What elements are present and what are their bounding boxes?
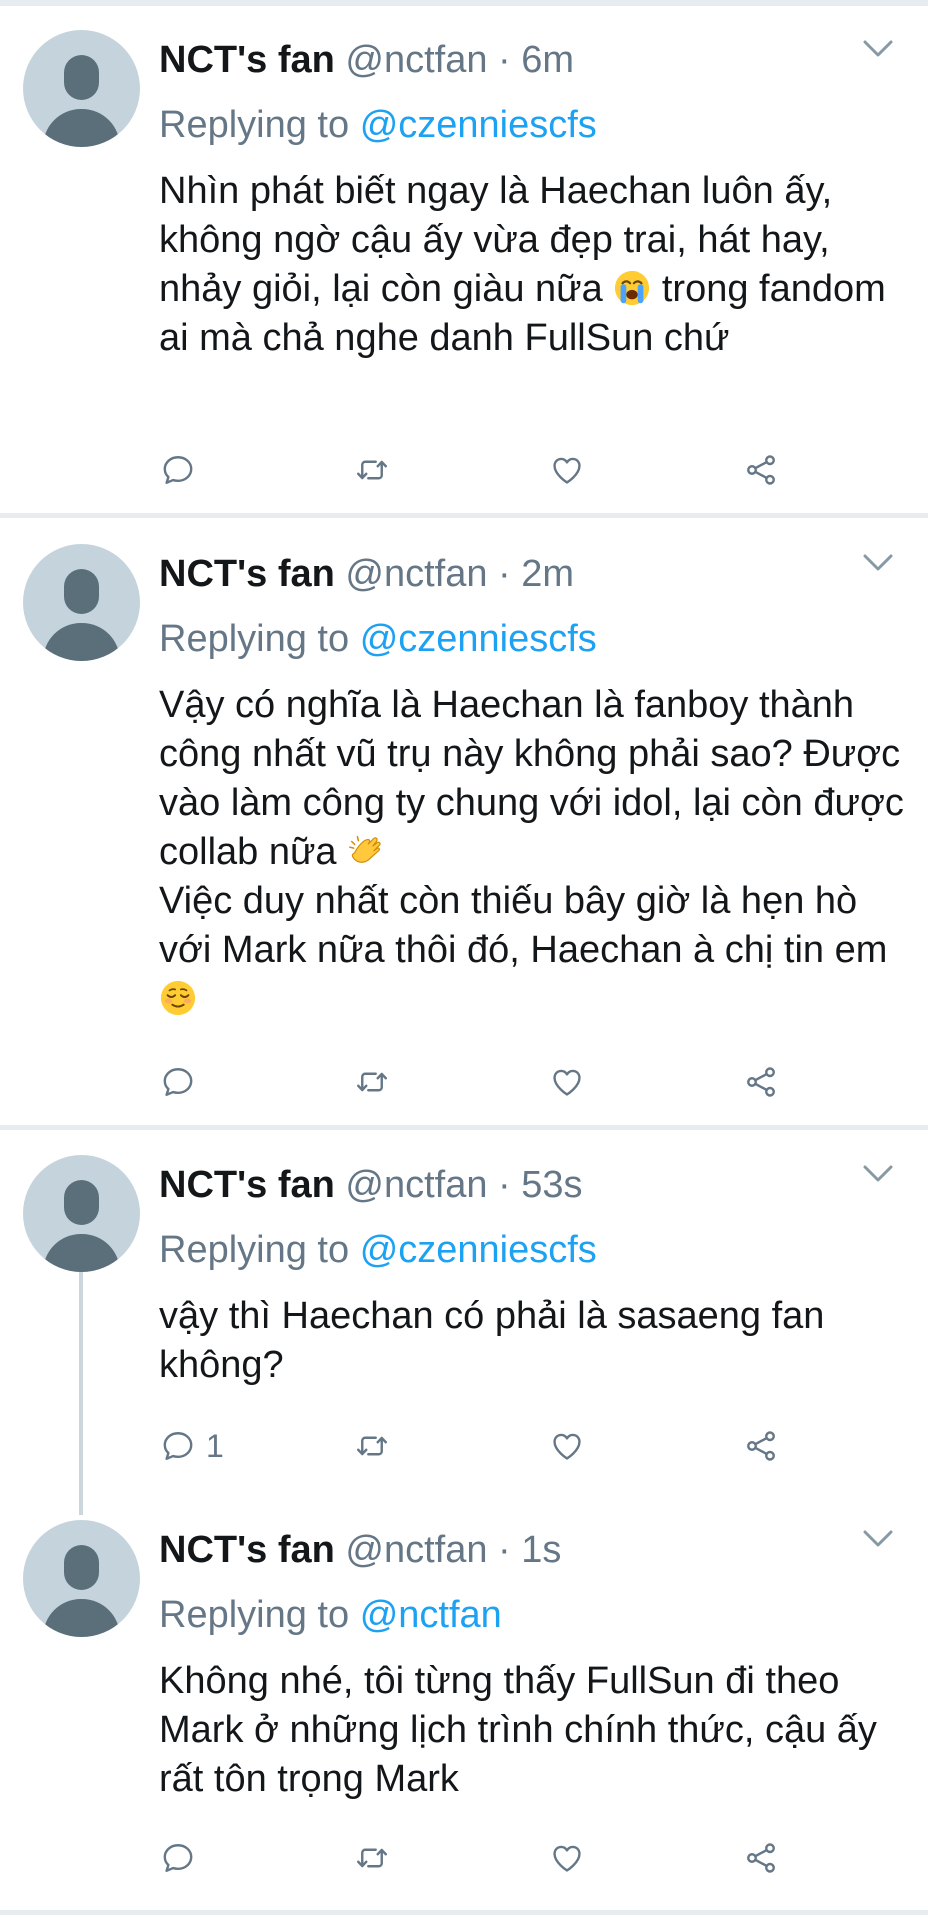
separator-dot: · (498, 553, 511, 595)
like-icon (549, 1428, 585, 1464)
tweet-header: NCT's fan @nctfan · 53s (159, 1163, 583, 1207)
retweet-icon (354, 452, 390, 488)
tweet-header: NCT's fan @nctfan · 2m (159, 552, 574, 596)
share-icon (743, 1840, 779, 1876)
like-icon (549, 452, 585, 488)
top-divider (0, 0, 928, 6)
replying-to-label: Replying to (159, 1229, 350, 1271)
replying-to-label: Replying to (159, 104, 350, 146)
separator-dot: · (498, 39, 511, 81)
tweet-text: Không nhé, tôi từng thấy FullSun đi theo… (159, 1657, 919, 1804)
tweet-header: NCT's fan @nctfan · 6m (159, 38, 574, 82)
mention-link[interactable]: @czenniescfs (360, 1229, 597, 1271)
tweet-header: NCT's fan @nctfan · 1s (159, 1528, 561, 1572)
tweet-text: Nhìn phát biết ngay là Haechan luôn ấy, … (159, 167, 919, 363)
tweet-text-part: Việc duy nhất còn thiếu bây giờ là hẹn h… (159, 880, 888, 971)
mention-link[interactable]: @nctfan (360, 1594, 502, 1636)
tweet-text-part: Không nhé, tôi từng thấy FullSun đi theo… (159, 1660, 877, 1800)
retweet-button[interactable] (354, 1424, 390, 1468)
like-button[interactable] (549, 448, 585, 492)
avatar[interactable] (23, 544, 140, 661)
reply-icon (160, 1840, 196, 1876)
tweet[interactable]: NCT's fan @nctfan · 2m Replying to @czen… (0, 544, 928, 1114)
divider (0, 1125, 928, 1130)
reply-icon (160, 452, 196, 488)
retweet-button[interactable] (354, 1060, 390, 1104)
avatar[interactable] (23, 1155, 140, 1272)
avatar[interactable] (23, 1520, 140, 1637)
tweet[interactable]: NCT's fan @nctfan · 1s Replying to @nctf… (0, 1520, 928, 1900)
reply-count: 1 (206, 1427, 224, 1464)
replying-to-label: Replying to (159, 618, 350, 660)
relieved-face-icon (159, 979, 197, 1017)
timestamp[interactable]: 6m (521, 39, 574, 81)
like-icon (549, 1840, 585, 1876)
display-name[interactable]: NCT's fan (159, 553, 335, 595)
reply-button[interactable] (160, 1060, 206, 1104)
display-name[interactable]: NCT's fan (159, 39, 335, 81)
username[interactable]: @nctfan (345, 1529, 487, 1571)
tweet-actions (0, 1060, 928, 1104)
tweet-text-part: vậy thì Haechan có phải là sasaeng fan k… (159, 1295, 825, 1386)
mention-link[interactable]: @czenniescfs (360, 618, 597, 660)
avatar[interactable] (23, 30, 140, 147)
retweet-button[interactable] (354, 1836, 390, 1880)
loudly-crying-face-icon (613, 269, 651, 307)
share-icon (743, 1428, 779, 1464)
tweet-text: Vậy có nghĩa là Haechan là fanboy thành … (159, 681, 919, 1024)
separator-dot: · (498, 1164, 511, 1206)
reply-button[interactable]: 1 (160, 1424, 224, 1468)
timestamp[interactable]: 1s (521, 1529, 561, 1571)
separator-dot: · (498, 1529, 511, 1571)
share-icon (743, 452, 779, 488)
chevron-down-icon[interactable] (862, 1528, 894, 1550)
replying-to-label: Replying to (159, 1594, 350, 1636)
share-button[interactable] (743, 1424, 779, 1468)
reply-icon (160, 1064, 196, 1100)
replying-to: Replying to @czenniescfs (159, 617, 597, 661)
username[interactable]: @nctfan (345, 1164, 487, 1206)
retweet-button[interactable] (354, 448, 390, 492)
reply-button[interactable] (160, 1836, 206, 1880)
tweet-text: vậy thì Haechan có phải là sasaeng fan k… (159, 1292, 919, 1390)
tweet-actions: 1 (0, 1424, 928, 1468)
share-icon (743, 1064, 779, 1100)
mention-link[interactable]: @czenniescfs (360, 104, 597, 146)
retweet-icon (354, 1840, 390, 1876)
share-button[interactable] (743, 1836, 779, 1880)
like-button[interactable] (549, 1060, 585, 1104)
timestamp[interactable]: 2m (521, 553, 574, 595)
divider (0, 1910, 928, 1915)
timestamp[interactable]: 53s (521, 1164, 582, 1206)
tweet[interactable]: NCT's fan @nctfan · 53s Replying to @cze… (0, 1155, 928, 1495)
reply-button[interactable] (160, 448, 206, 492)
replying-to: Replying to @czenniescfs (159, 1228, 597, 1272)
tweet-text-part: Vậy có nghĩa là Haechan là fanboy thành … (159, 684, 904, 873)
username[interactable]: @nctfan (345, 553, 487, 595)
like-icon (549, 1064, 585, 1100)
divider (0, 513, 928, 518)
clapping-hands-icon (347, 832, 385, 870)
username[interactable]: @nctfan (345, 39, 487, 81)
display-name[interactable]: NCT's fan (159, 1529, 335, 1571)
display-name[interactable]: NCT's fan (159, 1164, 335, 1206)
like-button[interactable] (549, 1836, 585, 1880)
tweet[interactable]: NCT's fan @nctfan · 6m Replying to @czen… (0, 30, 928, 510)
replying-to: Replying to @czenniescfs (159, 103, 597, 147)
like-button[interactable] (549, 1424, 585, 1468)
chevron-down-icon[interactable] (862, 1163, 894, 1185)
reply-icon (160, 1428, 196, 1464)
replying-to: Replying to @nctfan (159, 1593, 502, 1637)
share-button[interactable] (743, 1060, 779, 1104)
tweet-actions (0, 1836, 928, 1880)
retweet-icon (354, 1428, 390, 1464)
retweet-icon (354, 1064, 390, 1100)
chevron-down-icon[interactable] (862, 38, 894, 60)
chevron-down-icon[interactable] (862, 552, 894, 574)
share-button[interactable] (743, 448, 779, 492)
tweet-actions (0, 448, 928, 492)
